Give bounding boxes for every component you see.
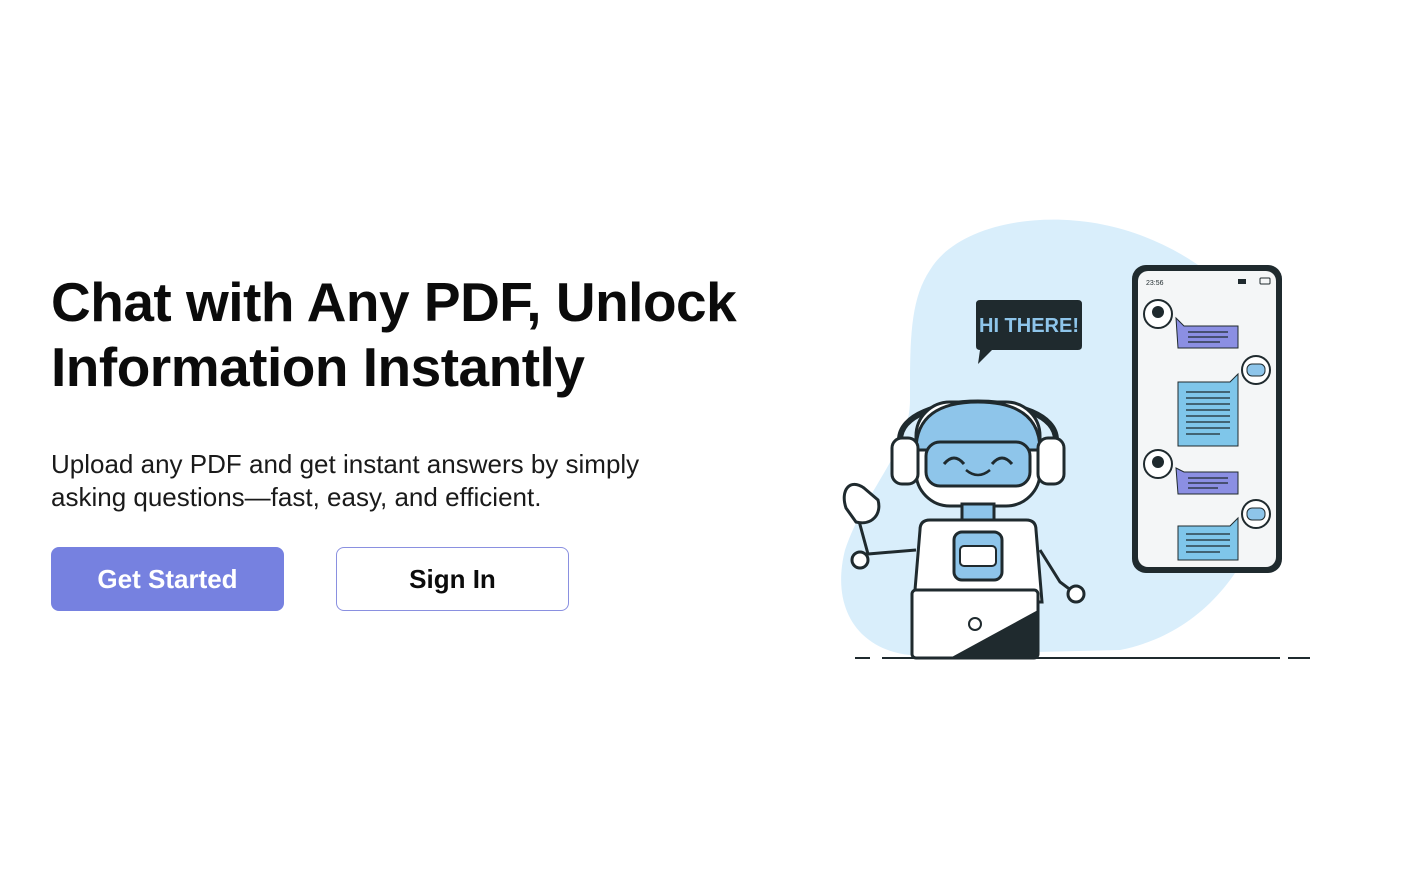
phone-time: 23:56 [1146,280,1164,287]
sign-in-button[interactable]: Sign In [336,547,569,611]
hero-subhead: Upload any PDF and get instant answers b… [51,449,640,512]
landing-page: Chat with Any PDF, Unlock Information In… [0,0,1416,870]
robot-chat-illustration: 23:56 HI THERE! [841,219,1310,660]
hero-section: Chat with Any PDF, Unlock Information In… [51,270,791,514]
phone-icon: 23:56 [1132,265,1282,573]
get-started-button[interactable]: Get Started [51,547,284,611]
hero-headline: Chat with Any PDF, Unlock Information In… [51,271,737,398]
speech-bubble-text: HI THERE! [979,315,1079,337]
